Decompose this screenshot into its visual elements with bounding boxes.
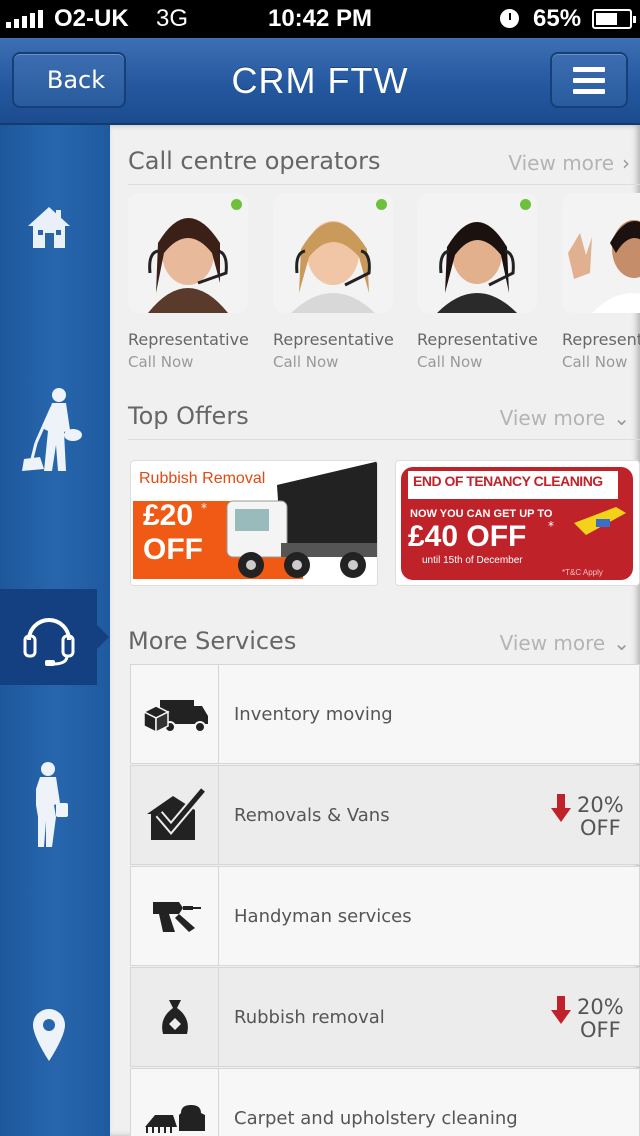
rubbish-bag-icon — [161, 1000, 188, 1034]
operator-photo — [562, 193, 640, 313]
operator-name: Representative — [273, 330, 394, 349]
offers-view-more-link[interactable]: View more ⌄ — [500, 406, 630, 430]
services-view-more-link[interactable]: View more ⌄ — [500, 631, 630, 655]
offer-amount: £40 OFF — [408, 520, 527, 553]
operator-photo — [273, 193, 393, 313]
offers-row: Rubbish Removal £20 * OFF END OF TENANCY… — [128, 460, 640, 590]
cleaner-icon — [21, 388, 82, 471]
discount-value: 20% — [577, 995, 624, 1019]
offer-banner-rubbish-removal[interactable]: Rubbish Removal £20 * OFF — [130, 460, 378, 586]
home-icon — [27, 207, 70, 248]
service-row-rubbish-removal[interactable]: Rubbish removal 20% OFF — [130, 967, 640, 1067]
offer-off: OFF — [143, 533, 203, 566]
discount-badge: 20% OFF — [551, 996, 624, 1042]
offer-amount: £20 — [143, 499, 194, 532]
service-row-carpet-upholstery[interactable]: Carpet and upholstery cleaning — [130, 1068, 640, 1136]
nav-bar: Back CRM FTW — [0, 38, 640, 125]
service-label: Rubbish removal — [234, 1006, 385, 1028]
service-row-inventory-moving[interactable]: Inventory moving — [130, 664, 640, 764]
operators-header: Call centre operators View more › — [128, 133, 640, 185]
sidebar-item-business[interactable] — [0, 756, 97, 852]
battery-percent: 65% — [533, 5, 582, 32]
operator-photo — [417, 193, 537, 313]
sidebar-item-cleaning[interactable] — [0, 382, 97, 478]
offer-asterisk: * — [201, 501, 207, 515]
operator-call-now[interactable]: Call Now — [562, 353, 640, 371]
sidebar-item-call-centre[interactable] — [0, 589, 109, 685]
services-header: More Services View more ⌄ — [128, 613, 640, 665]
offers-heading: Top Offers — [128, 402, 249, 430]
operators-view-more-link[interactable]: View more › — [508, 151, 630, 175]
operator-name: Representative — [417, 330, 538, 349]
chevron-down-icon: ⌄ — [613, 631, 630, 655]
operator-card[interactable]: Representative Call Now — [128, 193, 252, 371]
battery-icon — [592, 9, 636, 29]
operator-card[interactable]: Representative Call Now — [562, 193, 640, 371]
offer-asterisk: * — [548, 519, 554, 533]
service-row-removals-vans[interactable]: Removals & Vans 20% OFF — [130, 765, 640, 865]
discount-off: OFF — [580, 1018, 621, 1042]
house-check-icon — [146, 788, 205, 840]
operator-call-now[interactable]: Call Now — [128, 353, 252, 371]
offer-subtitle: NOW YOU CAN GET UP TO — [410, 508, 553, 520]
service-label: Carpet and upholstery cleaning — [234, 1107, 518, 1129]
businesswoman-icon — [35, 762, 68, 847]
page-title: CRM FTW — [231, 60, 409, 101]
operator-name: Representative — [562, 330, 640, 349]
main-content: Call centre operators View more › Represe… — [110, 125, 640, 1136]
offer-banner-end-of-tenancy[interactable]: END OF TENANCY CLEANING NOW YOU CAN GET … — [395, 460, 640, 586]
operator-photo — [128, 193, 248, 313]
chevron-right-icon: › — [622, 151, 630, 175]
alarm-clock-icon — [500, 9, 519, 28]
offers-header: Top Offers View more ⌄ — [128, 388, 640, 440]
sidebar-item-home[interactable] — [0, 179, 97, 275]
operator-call-now[interactable]: Call Now — [417, 353, 541, 371]
discount-off: OFF — [580, 816, 621, 840]
arrow-down-icon — [551, 996, 571, 1024]
service-label: Inventory moving — [234, 703, 393, 725]
offer-terms: *T&C Apply — [562, 568, 603, 577]
operators-heading: Call centre operators — [128, 147, 381, 175]
offer-title: Rubbish Removal — [139, 470, 266, 487]
discount-badge: 20% OFF — [551, 794, 624, 840]
menu-icon — [573, 66, 605, 72]
service-label: Removals & Vans — [234, 804, 390, 826]
service-row-handyman[interactable]: Handyman services — [130, 866, 640, 966]
sidebar-item-location[interactable] — [0, 987, 97, 1083]
discount-value: 20% — [577, 793, 624, 817]
arrow-down-icon — [551, 794, 571, 822]
status-bar: O2-UK 3G 10:42 PM 65% — [0, 0, 640, 38]
services-heading: More Services — [128, 627, 297, 655]
online-status-dot — [520, 199, 531, 210]
chevron-down-icon: ⌄ — [613, 406, 630, 430]
offer-until: until 15th of December — [422, 555, 523, 566]
operator-card[interactable]: Representative Call Now — [417, 193, 541, 371]
operator-call-now[interactable]: Call Now — [273, 353, 397, 371]
offer-title: END OF TENANCY CLEANING — [413, 473, 603, 489]
drill-icon — [152, 902, 201, 932]
menu-button[interactable] — [550, 52, 628, 108]
operator-card[interactable]: Representative Call Now — [273, 193, 397, 371]
service-label: Handyman services — [234, 905, 412, 927]
location-pin-icon — [32, 1009, 65, 1061]
online-status-dot — [231, 199, 242, 210]
headset-icon — [23, 618, 74, 666]
operators-carousel[interactable]: Representative Call Now Representative C… — [128, 193, 640, 373]
operator-name: Representative — [128, 330, 249, 349]
online-status-dot — [376, 199, 387, 210]
truck-icon — [141, 700, 208, 734]
sofa-icon — [144, 1105, 205, 1133]
sidebar — [0, 125, 110, 1136]
